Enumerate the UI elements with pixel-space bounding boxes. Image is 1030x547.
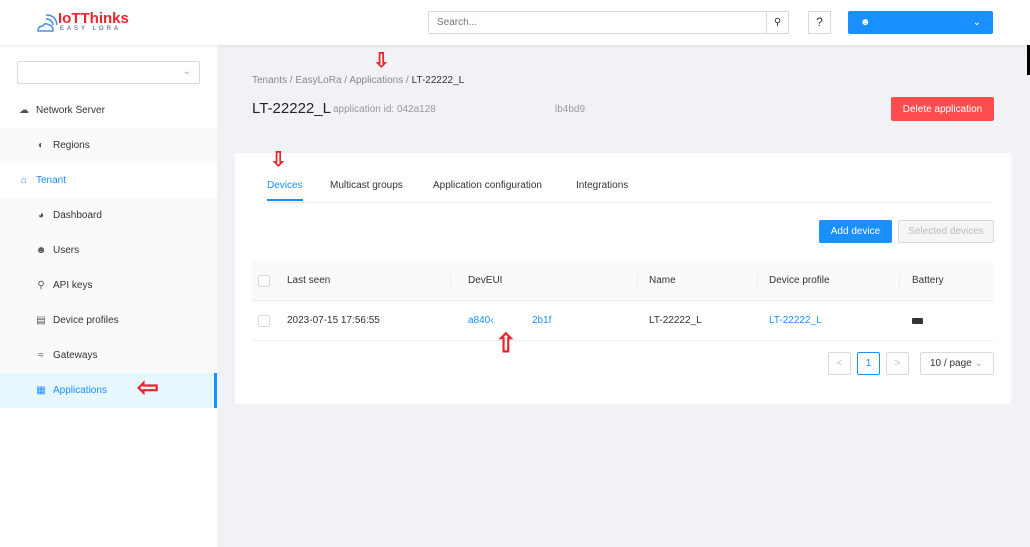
- breadcrumb: Tenants / EasyLoRa / Applications / LT-2…: [252, 75, 465, 86]
- tab-application-configuration[interactable]: Application configuration: [433, 180, 542, 191]
- sidebar-item-label: Network Server: [36, 105, 105, 116]
- sidebar-item-dashboard[interactable]: ◕ Dashboard: [0, 198, 217, 233]
- breadcrumb-current: LT-22222_L: [411, 75, 465, 86]
- logo-subtitle: EASY LORA: [60, 26, 121, 32]
- sidebar-item-label: Gateways: [53, 350, 98, 361]
- application-id-tail: lb4bd9: [555, 104, 586, 115]
- select-all-checkbox[interactable]: [258, 275, 270, 287]
- column-name[interactable]: Name: [649, 261, 676, 301]
- key-icon: ⚲: [37, 280, 45, 291]
- user-icon: ☻: [35, 245, 47, 256]
- sidebar-item-users[interactable]: ☻ Users: [0, 233, 217, 268]
- page-1-button[interactable]: 1: [857, 352, 880, 375]
- sidebar-item-tenant[interactable]: ⌂ Tenant: [0, 163, 217, 198]
- sidebar-item-label: Applications: [53, 385, 107, 396]
- table-header: Last seen DevEUI Name Device profile Bat…: [252, 261, 994, 301]
- add-device-button[interactable]: Add device: [819, 220, 892, 243]
- dashboard-icon: ◕: [37, 210, 45, 221]
- column-last-seen[interactable]: Last seen: [287, 261, 330, 301]
- user-icon: ☻: [860, 17, 871, 28]
- compass-icon: ◐: [37, 140, 45, 151]
- next-page-button[interactable]: >: [886, 352, 909, 375]
- cloud-icon: ☁: [19, 105, 29, 116]
- wifi-icon: ≈: [38, 350, 44, 361]
- page-size-select[interactable]: 10 / page ⌄: [920, 352, 994, 375]
- table-row[interactable]: 2023-07-15 17:56:55 a840‹ 2b1f LT-22222_…: [252, 301, 994, 341]
- sidebar-item-network-server[interactable]: ☁ Network Server: [0, 93, 217, 128]
- sidebar-item-gateways[interactable]: ≈ Gateways: [0, 338, 217, 373]
- sliders-icon: ▤: [36, 315, 46, 326]
- prev-page-button[interactable]: <: [828, 352, 851, 375]
- header: IoTThinks EASY LORA ⚲ ? ☻ ⌄: [0, 0, 1030, 45]
- column-battery[interactable]: Battery: [912, 261, 944, 301]
- deveui-link[interactable]: a840‹: [468, 301, 494, 341]
- annotation-arrow-down-icon: ⇩: [270, 149, 287, 171]
- devices-card: Devices Multicast groups Application con…: [235, 153, 1011, 404]
- sidebar-item-label: Device profiles: [53, 315, 119, 326]
- user-menu[interactable]: ☻ ⌄: [848, 11, 993, 34]
- annotation-arrow-down-icon: ⇩: [373, 50, 390, 72]
- search-icon[interactable]: ⚲: [766, 11, 789, 34]
- column-deveui[interactable]: DevEUI: [468, 261, 502, 301]
- logo[interactable]: IoTThinks EASY LORA: [36, 10, 136, 36]
- chevron-down-icon: ⌄: [974, 358, 983, 369]
- sidebar-item-api-keys[interactable]: ⚲ API keys: [0, 268, 217, 303]
- tenant-select[interactable]: ⌄: [17, 61, 200, 84]
- tab-multicast-groups[interactable]: Multicast groups: [330, 180, 403, 191]
- sidebar-item-label: Tenant: [36, 175, 67, 186]
- sidebar-item-device-profiles[interactable]: ▤ Device profiles: [0, 303, 217, 338]
- sidebar-item-applications[interactable]: ▦ Applications: [0, 373, 217, 408]
- tab-integrations[interactable]: Integrations: [576, 180, 628, 191]
- application-id: application id: 042a128: [333, 104, 436, 115]
- column-device-profile[interactable]: Device profile: [769, 261, 830, 301]
- last-seen: 2023-07-15 17:56:55: [287, 315, 380, 326]
- sidebar-item-label: API keys: [53, 280, 93, 291]
- breadcrumb-tenant[interactable]: EasyLoRa: [295, 75, 341, 86]
- home-icon: ⌂: [20, 175, 28, 186]
- sidebar-item-label: Regions: [53, 140, 90, 151]
- delete-application-button[interactable]: Delete application: [891, 97, 994, 121]
- search-box: ⚲: [428, 11, 789, 34]
- chevron-down-icon: ⌄: [182, 66, 191, 77]
- help-button[interactable]: ?: [808, 11, 831, 34]
- sidebar-item-regions[interactable]: ◐ Regions: [0, 128, 217, 163]
- selected-devices-button[interactable]: Selected devices: [898, 220, 994, 243]
- page-size-value: 10 / page: [930, 358, 972, 369]
- deveui-link-tail[interactable]: 2b1f: [532, 301, 551, 341]
- tab-devices[interactable]: Devices: [267, 180, 303, 201]
- tabs: Devices Multicast groups Application con…: [267, 173, 992, 203]
- logo-title: IoTThinks: [58, 10, 129, 27]
- battery-icon: [912, 318, 923, 324]
- breadcrumb-tenants[interactable]: Tenants: [252, 75, 287, 86]
- search-input[interactable]: [429, 12, 759, 33]
- sidebar-item-label: Users: [53, 245, 80, 256]
- breadcrumb-applications[interactable]: Applications: [349, 75, 403, 86]
- device-profile-link[interactable]: LT-22222_L: [769, 301, 822, 341]
- chevron-down-icon: ⌄: [972, 17, 981, 28]
- annotation-arrow-left-icon: ⇦: [137, 372, 159, 402]
- appstore-icon: ▦: [36, 385, 46, 396]
- row-checkbox[interactable]: [258, 315, 270, 327]
- cloud-wifi-logo-icon: [37, 14, 58, 32]
- sidebar-item-label: Dashboard: [53, 210, 102, 221]
- annotation-arrow-up-icon: ⇧: [495, 328, 517, 358]
- device-name: LT-22222_L: [649, 315, 702, 326]
- sidebar: ⌄ ☁ Network Server ◐ Regions ⌂ Tenant ◕ Dash…: [0, 45, 217, 547]
- page-title: LT-22222_L: [252, 100, 331, 117]
